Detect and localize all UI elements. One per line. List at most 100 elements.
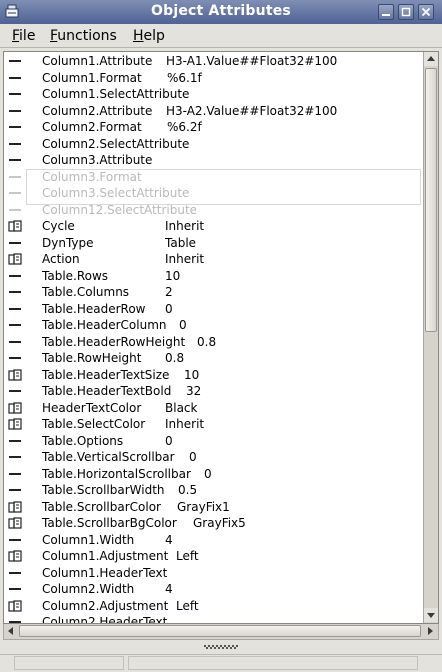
attribute-value: 0.5 [178,483,198,497]
attribute-value: Left [176,598,199,613]
map-icon [8,599,22,612]
attribute-name: Column2.HeaderText [42,615,168,623]
attribute-name: Table.HeaderTextBold [42,384,172,398]
attribute-value: 2 [165,285,173,299]
attribute-name: Table.ScrollbarColor [42,499,161,514]
attribute-row[interactable]: Column1.Width 4 [4,532,423,549]
vertical-scroll-thumb[interactable] [425,68,437,332]
attribute-row[interactable]: Column3.SelectAttribute [4,185,423,202]
line-icon [9,307,21,310]
line-icon [9,439,21,442]
attribute-name: Table.Rows [42,268,109,283]
attribute-name: Column3.SelectAttribute [42,186,190,200]
line-icon [9,142,21,145]
attribute-value: 0 [189,450,197,464]
attribute-row[interactable]: Cycle Inherit [4,218,423,235]
attribute-list[interactable]: Column1.Attribute H3-A1.Value##Float32#10… [4,52,423,623]
attribute-value: GrayFix5 [193,516,246,530]
line-icon [9,126,21,128]
attribute-name: Table.HeaderRow [42,301,146,316]
attribute-row[interactable]: Column1.Adjustment Left [4,548,423,565]
line-icon [9,621,21,623]
attribute-row[interactable]: Table.SelectColor Inherit [4,416,423,433]
attribute-row[interactable]: Table.ScrollbarWidth 0.5 [4,482,423,499]
line-icon [9,274,21,277]
arrow-left-icon[interactable] [5,625,17,637]
attribute-name: Table.ScrollbarWidth [42,483,165,497]
line-icon [9,93,21,95]
line-icon [9,571,21,574]
attribute-value: 32 [186,384,202,398]
attribute-row[interactable]: Table.ScrollbarColor GrayFix1 [4,499,423,516]
attribute-name: Table.Columns [42,285,130,299]
horizontal-scroll-thumb[interactable] [19,625,421,637]
attribute-row[interactable]: Column1.HeaderText [4,565,423,582]
attribute-row[interactable]: Column2.Width 4 [4,581,423,598]
attribute-name: Column1.SelectAttribute [42,87,190,101]
line-icon [9,175,21,178]
maximize-icon [401,7,411,17]
menu-functions[interactable]: Functions [50,28,117,44]
vertical-scrollbar[interactable] [423,52,438,623]
attribute-row[interactable]: Table.ScrollbarBgColor GrayFix5 [4,515,423,532]
attribute-row[interactable]: Column2.Format %6.2f [4,119,423,136]
attribute-row[interactable]: DynType Table [4,235,423,252]
attribute-row[interactable]: Table.HorizontalScrollbar 0 [4,466,423,483]
attribute-name: Table.ScrollbarBgColor [42,516,177,530]
line-icon [9,472,21,475]
attribute-row[interactable]: Column1.SelectAttribute [4,86,423,103]
attribute-name: Table.SelectColor [42,417,146,431]
attribute-row[interactable]: Table.Options 0 [4,433,423,450]
attribute-row[interactable]: Column3.Attribute [4,152,423,169]
attribute-row[interactable]: Column2.Adjustment Left [4,598,423,615]
status-cell-2 [128,656,418,670]
attribute-name: HeaderTextColor [42,400,142,415]
attribute-row[interactable]: Column1.Format %6.1f [4,70,423,87]
attribute-row[interactable]: Table.Columns 2 [4,284,423,301]
attribute-value: %6.2f [167,120,202,134]
attribute-row[interactable]: HeaderTextColor Black [4,400,423,417]
attribute-name: Column1.HeaderText [42,565,168,580]
attribute-row[interactable]: Action Inherit [4,251,423,268]
attribute-name: Table.HorizontalScrollbar [42,466,191,481]
title-bar[interactable]: Object Attributes [0,0,442,24]
attribute-row[interactable]: Column3.Format [4,169,423,186]
attribute-value: Inherit [165,417,205,431]
attribute-row[interactable]: Table.HeaderTextSize 10 [4,367,423,384]
maximize-button[interactable] [398,4,414,20]
horizontal-scrollbar[interactable] [3,624,439,640]
attribute-row[interactable]: Table.HeaderTextBold 32 [4,383,423,400]
attribute-value: Inherit [165,252,205,266]
minimize-button[interactable] [378,4,394,20]
map-icon [8,401,22,414]
attribute-name: Column2.Width [42,582,135,596]
resize-grip-icon[interactable] [203,644,239,650]
line-icon [9,241,21,244]
attribute-row[interactable]: Table.RowHeight 0.8 [4,350,423,367]
attribute-value: %6.1f [167,70,202,85]
attribute-row[interactable]: Table.Rows 10 [4,268,423,285]
attribute-row[interactable]: Table.HeaderRowHeight 0.8 [4,334,423,351]
scroll-down-button[interactable] [424,608,438,622]
attribute-row[interactable]: Table.HeaderRow 0 [4,301,423,318]
attribute-row[interactable]: Column2.Attribute H3-A2.Value##Float32#10… [4,103,423,120]
attribute-value: 4 [165,532,173,547]
attribute-row[interactable]: Column2.HeaderText [4,614,423,623]
attribute-row[interactable]: Column12.SelectAttribute [4,202,423,219]
attribute-value: GrayFix1 [177,499,230,514]
scroll-up-button[interactable] [424,52,438,66]
arrow-right-icon[interactable] [424,625,436,637]
attribute-row[interactable]: Column2.SelectAttribute [4,136,423,153]
attribute-name: Table.VerticalScrollbar [42,450,175,464]
attribute-row[interactable]: Table.VerticalScrollbar 0 [4,449,423,466]
attribute-row[interactable]: Table.HeaderColumn 0 [4,317,423,334]
attribute-name: Column2.Format [42,120,142,134]
menu-file[interactable]: File [12,28,35,44]
line-icon [9,588,21,590]
attribute-row[interactable]: Column1.Attribute H3-A1.Value##Float32#10… [4,53,423,70]
menu-help[interactable]: Help [133,28,165,44]
attribute-name: Table.HeaderRowHeight [42,334,186,349]
status-bar [0,654,442,672]
map-icon [8,368,22,381]
close-button[interactable] [418,4,434,20]
